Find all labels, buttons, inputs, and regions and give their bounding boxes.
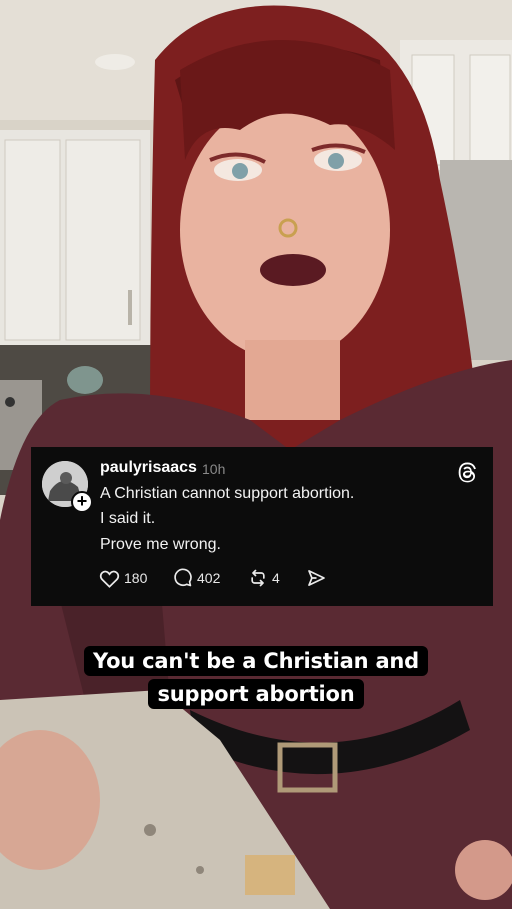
repost-icon [251,569,265,587]
reply-button[interactable]: 402 [172,567,220,589]
follow-plus-icon[interactable]: + [71,491,93,513]
post-timestamp: 10h [202,461,226,477]
speech-bubble-icon [174,568,192,587]
like-count: 180 [124,570,148,586]
post-text-line: Prove me wrong. [100,536,221,553]
threads-post-card[interactable]: + paulyrisaacs 10h A Christian cannot su… [31,447,493,606]
caption-text: support abortion [148,679,364,709]
like-button[interactable]: 180 [99,567,147,589]
repost-count: 4 [272,570,280,586]
send-icon [308,570,325,586]
caption-line: You can't be a Christian and [0,646,512,676]
heart-icon [99,570,120,588]
repost-button[interactable]: 4 [247,567,280,589]
caption-line: support abortion [0,679,512,709]
share-button[interactable] [306,567,327,589]
caption-text: You can't be a Christian and [83,646,429,676]
post-username[interactable]: paulyrisaacs [100,459,197,477]
post-text-line: A Christian cannot support abortion. [100,485,355,502]
reply-count: 402 [197,570,221,586]
post-text-line: I said it. [100,510,156,527]
threads-logo-icon [458,462,476,483]
